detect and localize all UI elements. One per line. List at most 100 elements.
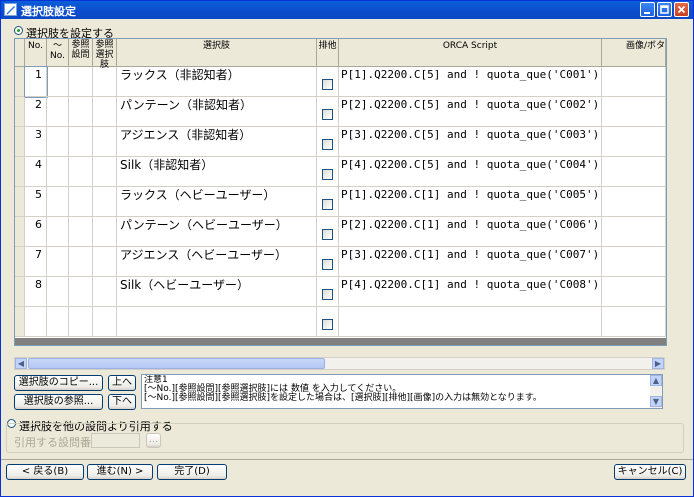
row-selector[interactable] — [15, 97, 25, 127]
exclusive-checkbox[interactable] — [322, 169, 333, 180]
cell-no[interactable]: 4 — [25, 157, 47, 187]
cell-exclusive[interactable] — [317, 127, 339, 157]
cell-choice[interactable]: アジエンス（非認知者） — [117, 127, 317, 157]
cell-no[interactable]: 7 — [25, 247, 47, 277]
cell-choice[interactable]: ラックス（ヘビーユーザー） — [117, 187, 317, 217]
cell-exclusive[interactable] — [317, 247, 339, 277]
cancel-button[interactable]: キャンセル(C) — [614, 464, 686, 480]
cell-tilde-no[interactable] — [47, 307, 69, 337]
title-bar[interactable]: 選択肢設定 — [1, 1, 693, 19]
row-selector[interactable] — [15, 217, 25, 247]
cell-ref-choice[interactable] — [93, 97, 117, 127]
cell-script[interactable]: P[4].Q2200.C[5] and ! quota_que('C004'); — [339, 157, 602, 187]
row-selector[interactable] — [15, 247, 25, 277]
cell-no[interactable]: 5 — [25, 187, 47, 217]
cell-tilde-no[interactable] — [47, 217, 69, 247]
cell-ref-question[interactable] — [69, 277, 93, 307]
cell-image[interactable] — [602, 127, 666, 157]
move-up-button[interactable]: 上へ — [108, 375, 136, 391]
back-button[interactable]: < 戻る(B) — [6, 464, 84, 480]
next-button[interactable]: 進む(N) > — [87, 464, 153, 480]
cell-exclusive[interactable] — [317, 307, 339, 337]
radio-set-choices[interactable] — [14, 26, 23, 35]
cell-ref-question[interactable] — [69, 127, 93, 157]
minimize-button[interactable] — [640, 2, 655, 17]
cell-tilde-no[interactable] — [47, 97, 69, 127]
exclusive-checkbox[interactable] — [322, 289, 333, 300]
cell-tilde-no[interactable] — [47, 187, 69, 217]
cell-script[interactable] — [339, 307, 602, 337]
exclusive-checkbox[interactable] — [322, 79, 333, 90]
cell-choice[interactable]: ラックス（非認知者） — [117, 67, 317, 97]
cell-ref-choice[interactable] — [93, 247, 117, 277]
cell-tilde-no[interactable] — [47, 67, 69, 97]
cell-choice[interactable]: パンテーン（非認知者） — [117, 97, 317, 127]
cell-choice[interactable]: パンテーン（ヘビーユーザー） — [117, 217, 317, 247]
cell-image[interactable] — [602, 307, 666, 337]
row-selector[interactable] — [15, 67, 25, 97]
scroll-right-arrow-icon[interactable]: ▶ — [652, 358, 664, 369]
exclusive-checkbox[interactable] — [322, 259, 333, 270]
cell-ref-question[interactable] — [69, 67, 93, 97]
cell-exclusive[interactable] — [317, 187, 339, 217]
cell-image[interactable] — [602, 157, 666, 187]
cell-no[interactable]: 2 — [25, 97, 47, 127]
cell-exclusive[interactable] — [317, 97, 339, 127]
row-selector[interactable] — [15, 127, 25, 157]
cell-image[interactable] — [602, 67, 666, 97]
exclusive-checkbox[interactable] — [322, 139, 333, 150]
cell-ref-choice[interactable] — [93, 217, 117, 247]
maximize-button[interactable] — [657, 2, 672, 17]
cell-ref-choice[interactable] — [93, 307, 117, 337]
cell-ref-choice[interactable] — [93, 67, 117, 97]
cell-ref-question[interactable] — [69, 187, 93, 217]
cell-ref-choice[interactable] — [93, 127, 117, 157]
cell-image[interactable] — [602, 217, 666, 247]
cell-no[interactable]: 8 — [25, 277, 47, 307]
cell-choice[interactable] — [117, 307, 317, 337]
copy-choices-button[interactable]: 選択肢のコピー... — [14, 375, 103, 391]
cell-exclusive[interactable] — [317, 67, 339, 97]
cell-no[interactable]: 6 — [25, 217, 47, 247]
cell-ref-question[interactable] — [69, 97, 93, 127]
cell-choice[interactable]: Silk（非認知者） — [117, 157, 317, 187]
close-button[interactable] — [674, 2, 689, 17]
cell-no[interactable]: 3 — [25, 127, 47, 157]
cell-ref-question[interactable] — [69, 247, 93, 277]
cell-script[interactable]: P[2].Q2200.C[1] and ! quota_que('C006'); — [339, 217, 602, 247]
exclusive-checkbox[interactable] — [322, 109, 333, 120]
cell-tilde-no[interactable] — [47, 157, 69, 187]
row-selector[interactable] — [15, 187, 25, 217]
choices-grid[interactable]: No. 〜No. 参照設問 参照選択肢 選択肢 排他 ORCA Script 画… — [14, 38, 667, 346]
cell-ref-question[interactable] — [69, 307, 93, 337]
exclusive-checkbox[interactable] — [322, 319, 333, 330]
cell-ref-choice[interactable] — [93, 187, 117, 217]
exclusive-checkbox[interactable] — [322, 229, 333, 240]
cell-image[interactable] — [602, 187, 666, 217]
reference-choices-button[interactable]: 選択肢の参照... — [14, 394, 103, 410]
move-down-button[interactable]: 下へ — [108, 394, 136, 410]
cell-image[interactable] — [602, 277, 666, 307]
cell-no[interactable] — [25, 307, 47, 337]
scroll-left-arrow-icon[interactable]: ◀ — [15, 358, 27, 369]
cell-exclusive[interactable] — [317, 217, 339, 247]
cell-no[interactable]: 1 — [24, 66, 48, 98]
row-selector[interactable] — [15, 307, 25, 337]
cell-exclusive[interactable] — [317, 277, 339, 307]
scroll-up-arrow-icon[interactable]: ▲ — [650, 375, 662, 386]
exclusive-checkbox[interactable] — [322, 199, 333, 210]
cell-script[interactable]: P[4].Q2200.C[1] and ! quota_que('C008'); — [339, 277, 602, 307]
note-vertical-scrollbar[interactable]: ▲ ▼ — [650, 375, 662, 408]
cell-image[interactable] — [602, 247, 666, 277]
row-selector[interactable] — [15, 157, 25, 187]
row-selector[interactable] — [15, 277, 25, 307]
cell-image[interactable] — [602, 97, 666, 127]
cell-tilde-no[interactable] — [47, 127, 69, 157]
cell-ref-choice[interactable] — [93, 277, 117, 307]
browse-question-button[interactable]: ... — [146, 433, 161, 448]
cell-ref-choice[interactable] — [93, 157, 117, 187]
finish-button[interactable]: 完了(D) — [157, 464, 227, 480]
cite-question-number-input[interactable] — [91, 433, 140, 448]
cell-script[interactable]: P[3].Q2200.C[1] and ! quota_que('C007'); — [339, 247, 602, 277]
cell-script[interactable]: P[3].Q2200.C[5] and ! quota_que('C003'); — [339, 127, 602, 157]
